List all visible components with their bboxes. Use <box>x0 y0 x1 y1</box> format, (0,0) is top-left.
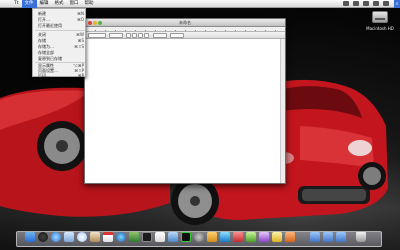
app-icon[interactable] <box>246 232 256 242</box>
spacing-popup[interactable] <box>109 33 123 38</box>
app-icon[interactable] <box>220 232 230 242</box>
menu-item-save-all[interactable]: 存储全部 <box>33 50 87 55</box>
address-book-icon[interactable] <box>90 232 100 242</box>
itunes-icon[interactable] <box>116 232 126 242</box>
menu-extras: ⌕ <box>341 0 400 8</box>
mail-icon[interactable] <box>64 232 74 242</box>
align-center-button[interactable] <box>132 33 137 38</box>
finder-icon[interactable] <box>25 232 35 242</box>
clock-icon[interactable] <box>383 1 389 6</box>
activity-monitor-icon[interactable] <box>181 232 191 242</box>
iphoto-icon[interactable] <box>129 232 139 242</box>
dashboard-icon[interactable] <box>38 232 48 242</box>
documents-stack-icon[interactable] <box>323 232 333 242</box>
window-title: 未命名 <box>179 20 191 25</box>
menu-item-revert[interactable]: 复原到已存储 <box>33 56 87 61</box>
menu-separator <box>35 30 85 31</box>
app-icon[interactable] <box>259 232 269 242</box>
spotlight-icon[interactable]: ⌕ <box>394 0 400 8</box>
volume-icon[interactable] <box>363 1 369 6</box>
ichat-icon[interactable] <box>77 232 87 242</box>
downloads-stack-icon[interactable] <box>310 232 320 242</box>
window-titlebar[interactable]: 未命名 <box>85 19 285 27</box>
dock-icons <box>20 228 380 246</box>
safari-icon[interactable] <box>51 232 61 242</box>
list-popup[interactable] <box>170 33 184 38</box>
textedit-icon[interactable] <box>155 232 165 242</box>
app-icon[interactable] <box>207 232 217 242</box>
applications-stack-icon[interactable] <box>336 232 346 242</box>
menu-help[interactable]: 帮助 <box>82 0 97 8</box>
battery-icon[interactable] <box>373 1 379 6</box>
format-toolbar <box>85 32 285 39</box>
menu-item-open[interactable]: 打开… ⌘O <box>33 17 87 22</box>
menu-item-print[interactable]: 打印… ⌘P <box>33 73 87 78</box>
menu-item-new[interactable]: 新建 ⌘N <box>33 11 87 16</box>
line-spacing-popup[interactable] <box>153 33 167 38</box>
preview-icon[interactable] <box>168 232 178 242</box>
textedit-window: 未命名 <box>84 18 286 184</box>
trash-icon[interactable] <box>356 232 366 242</box>
system-preferences-icon[interactable] <box>194 232 204 242</box>
bluetooth-icon[interactable] <box>343 1 349 6</box>
vertical-scrollbar[interactable] <box>280 39 285 183</box>
hard-drive-label[interactable]: Macintosh HD <box>361 26 399 31</box>
align-right-button[interactable] <box>138 33 143 38</box>
wifi-icon[interactable] <box>353 1 359 6</box>
menu-item-save[interactable]: 存储 ⌘S <box>33 38 87 43</box>
document-text-area[interactable] <box>85 39 285 183</box>
menu-item-save-as[interactable]: 存储为… ⌘⇧S <box>33 44 87 49</box>
file-menu-dropdown: 新建 ⌘N 打开… ⌘O 打开最近使用 关闭 ⌘W 存储 ⌘S 存储为… ⌘⇧S 存储全部… <box>32 8 87 78</box>
menu-edit[interactable]: 编辑 <box>37 0 52 8</box>
menu-app[interactable]: Tt <box>11 0 22 8</box>
menu-file[interactable]: 文件 <box>21 0 37 8</box>
app-icon[interactable] <box>285 232 295 242</box>
menu-bar: Tt 文件 编辑 格式 窗口 帮助 ⌕ <box>0 0 400 8</box>
menu-window[interactable]: 窗口 <box>67 0 82 8</box>
ical-icon[interactable] <box>103 232 113 242</box>
justify-button[interactable] <box>144 33 149 38</box>
terminal-icon[interactable] <box>142 232 152 242</box>
menu-format[interactable]: 格式 <box>52 0 67 8</box>
menu-item-open-recent[interactable]: 打开最近使用 <box>33 23 87 28</box>
align-left-button[interactable] <box>126 33 131 38</box>
menu-item-close[interactable]: 关闭 ⌘W <box>33 32 87 37</box>
app-icon[interactable] <box>233 232 243 242</box>
style-popup[interactable] <box>88 33 106 38</box>
hard-drive-icon[interactable] <box>372 11 388 23</box>
app-icon[interactable] <box>272 232 282 242</box>
apple-menu-icon[interactable] <box>0 0 11 8</box>
